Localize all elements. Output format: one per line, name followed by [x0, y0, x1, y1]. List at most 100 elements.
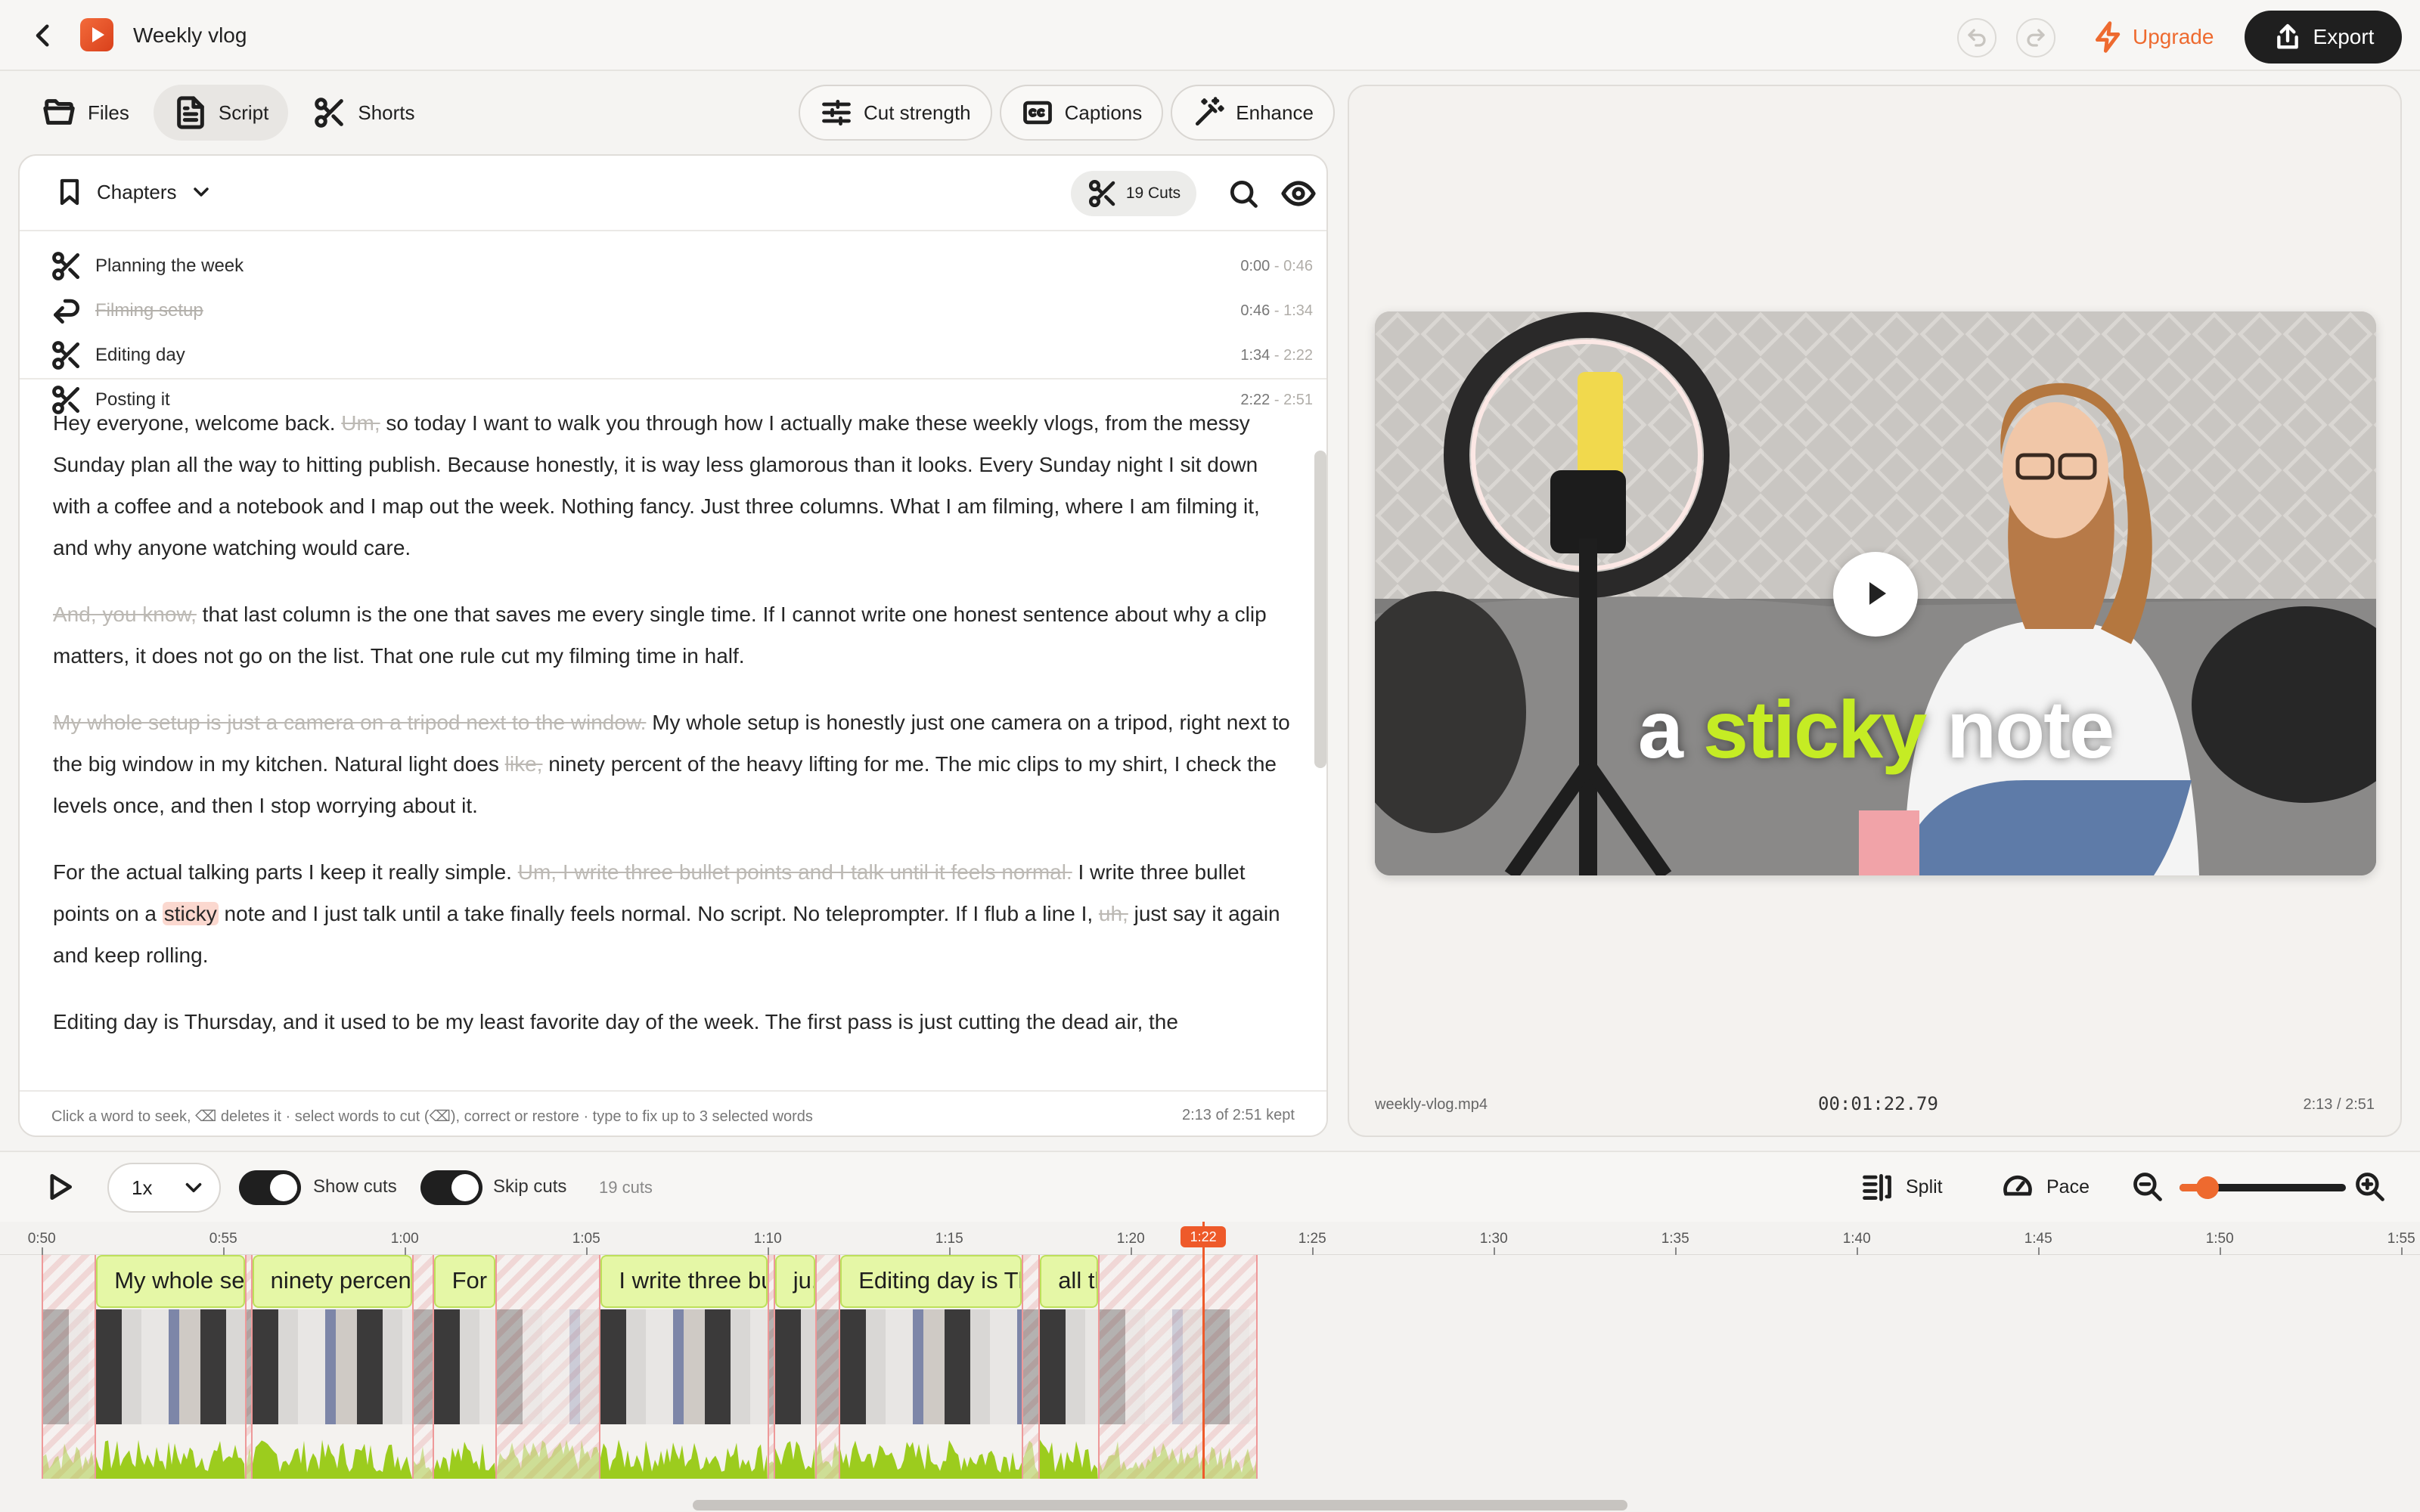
- captions-button[interactable]: Captions: [999, 85, 1164, 141]
- play-icon[interactable]: [42, 1170, 76, 1204]
- redo-button[interactable]: [2016, 18, 2055, 57]
- undo-button[interactable]: [1957, 18, 1996, 57]
- clip-segment[interactable]: Editing day is Thursday, a...: [840, 1255, 1022, 1479]
- audio-waveform: [840, 1439, 1022, 1479]
- transcript-paragraph[interactable]: Hey everyone, welcome back. Um, so today…: [53, 402, 1293, 569]
- cut-segment[interactable]: [42, 1255, 97, 1479]
- clip-label[interactable]: I write three bullet points o...: [600, 1255, 768, 1308]
- ruler-tick: [405, 1247, 407, 1255]
- clip-segment[interactable]: My whole setup is h...: [96, 1255, 245, 1479]
- clip-segment[interactable]: ju...: [774, 1255, 815, 1479]
- audio-waveform: [769, 1461, 774, 1479]
- clip-segment[interactable]: ninety percent of the h...: [252, 1255, 412, 1479]
- chapter-row[interactable]: Editing day 1:34 - 2:22: [50, 334, 1313, 376]
- deleted-words[interactable]: like,: [505, 752, 543, 776]
- clip-track[interactable]: My whole setup is h...ninety percent of …: [0, 1255, 2420, 1479]
- deleted-words[interactable]: uh,: [1099, 902, 1128, 925]
- pace-button[interactable]: Pace: [2001, 1170, 2090, 1204]
- clip-label[interactable]: For th...: [433, 1255, 496, 1308]
- transcript-scrollbar[interactable]: [1314, 451, 1326, 768]
- ruler-tick-label: 1:30: [1479, 1231, 1508, 1247]
- clip-segment[interactable]: I write three bullet points o...: [600, 1255, 768, 1479]
- transcript-words[interactable]: Hey everyone, welcome back.: [53, 411, 341, 435]
- show-cuts-toggle[interactable]: [239, 1170, 301, 1205]
- share-icon: [2273, 22, 2303, 52]
- tab-shorts[interactable]: Shorts: [293, 85, 434, 141]
- tab-script[interactable]: Script: [153, 85, 289, 141]
- chapter-row[interactable]: Filming setup 0:46 - 1:34: [50, 290, 1313, 332]
- cut-segment[interactable]: [1022, 1255, 1041, 1479]
- upgrade-label: Upgrade: [2133, 25, 2214, 48]
- cuts-badge[interactable]: 19 Cuts: [1071, 171, 1196, 216]
- project-title[interactable]: Weekly vlog: [133, 23, 247, 48]
- transcript-paragraph[interactable]: And, you know, that last column is the o…: [53, 593, 1293, 677]
- chapters-label: Chapters: [97, 180, 177, 203]
- ruler-tick: [1494, 1247, 1496, 1255]
- ruler-tick: [768, 1247, 770, 1255]
- clip-thumbnails: [769, 1309, 774, 1424]
- cut-segment[interactable]: [411, 1255, 434, 1479]
- ruler-tick: [2401, 1247, 2403, 1255]
- gauge-icon: [2001, 1170, 2034, 1204]
- scissors-icon: [50, 249, 83, 283]
- deleted-words[interactable]: My whole setup is just a camera on a tri…: [53, 711, 646, 734]
- clip-segment[interactable]: For th...: [433, 1255, 496, 1479]
- caption-word: note: [1925, 683, 2114, 775]
- cut-segment[interactable]: [245, 1255, 253, 1479]
- clip-label[interactable]: My whole setup is h...: [96, 1255, 245, 1308]
- cut-segment[interactable]: [1098, 1255, 1258, 1479]
- skip-cuts-toggle[interactable]: [420, 1170, 482, 1205]
- deleted-words[interactable]: Um,: [341, 411, 380, 435]
- clip-label[interactable]: ju...: [774, 1255, 815, 1308]
- clip-label[interactable]: ninety percent of the h...: [252, 1255, 412, 1308]
- transcript-paragraph[interactable]: For the actual talking parts I keep it r…: [53, 851, 1293, 976]
- cut-segment[interactable]: [768, 1255, 775, 1479]
- clip-label[interactable]: Editing day is Thursday, a...: [840, 1255, 1022, 1308]
- back-arrow-icon[interactable]: [27, 20, 59, 51]
- ruler-tick: [586, 1247, 588, 1255]
- transcript-text[interactable]: Hey everyone, welcome back. Um, so today…: [53, 402, 1293, 1067]
- transcript-paragraph[interactable]: My whole setup is just a camera on a tri…: [53, 702, 1293, 826]
- ruler-tick-label: 1:00: [390, 1231, 419, 1247]
- transcript-words[interactable]: that last column is the one that saves m…: [53, 603, 1267, 668]
- transcript-words[interactable]: Editing day is Thursday, and it used to …: [53, 1010, 1178, 1033]
- audio-waveform: [600, 1439, 768, 1479]
- cut-segment[interactable]: [814, 1255, 841, 1479]
- playback-controls: 1x Show cuts Skip cuts 19 cuts Split Pac…: [0, 1151, 2420, 1222]
- play-button[interactable]: [1833, 552, 1918, 637]
- clip-segment[interactable]: all th...: [1040, 1255, 1098, 1479]
- transcript-words[interactable]: For the actual talking parts I keep it r…: [53, 860, 518, 884]
- timeline-scrollbar[interactable]: [693, 1500, 1627, 1510]
- playhead-time[interactable]: 1:22: [1181, 1226, 1227, 1247]
- split-button[interactable]: Split: [1860, 1170, 1943, 1204]
- transcript-paragraph[interactable]: Editing day is Thursday, and it used to …: [53, 1001, 1293, 1043]
- clip-label[interactable]: all th...: [1040, 1255, 1098, 1308]
- audio-waveform: [497, 1439, 600, 1479]
- speed-select[interactable]: 1x: [107, 1163, 221, 1213]
- enhance-button[interactable]: Enhance: [1171, 85, 1335, 141]
- cut-strength-button[interactable]: Cut strength: [799, 85, 992, 141]
- clip-thumbnails: [816, 1309, 839, 1424]
- zoom-slider-handle[interactable]: [2196, 1176, 2219, 1199]
- cut-segment[interactable]: [495, 1255, 601, 1479]
- chapter-row[interactable]: Planning the week 0:00 - 0:46: [50, 245, 1313, 287]
- zoom-out-icon[interactable]: [2131, 1170, 2164, 1204]
- chapter-name: Filming setup: [95, 300, 203, 321]
- ruler-tick: [2220, 1247, 2222, 1255]
- search-icon[interactable]: [1227, 177, 1260, 210]
- export-button[interactable]: Export: [2245, 11, 2402, 64]
- eye-icon[interactable]: [1280, 175, 1317, 212]
- ruler-tick-label: 1:25: [1298, 1231, 1326, 1247]
- video-frame[interactable]: a sticky note: [1375, 311, 2376, 875]
- upgrade-button[interactable]: Upgrade: [2092, 17, 2214, 57]
- chapters-dropdown[interactable]: Chapters: [54, 177, 213, 207]
- current-word[interactable]: sticky: [162, 902, 219, 925]
- caption-keyword: sticky: [1702, 683, 1927, 775]
- tab-files[interactable]: Files: [23, 85, 149, 141]
- playhead[interactable]: [1202, 1222, 1205, 1479]
- script-header: Chapters 19 Cuts: [20, 156, 1326, 231]
- zoom-in-icon[interactable]: [2353, 1170, 2387, 1204]
- deleted-words[interactable]: Um, I write three bullet points and I ta…: [518, 860, 1072, 884]
- transcript-words[interactable]: note and I just talk until a take finall…: [219, 902, 1099, 925]
- deleted-words[interactable]: And, you know,: [53, 603, 197, 626]
